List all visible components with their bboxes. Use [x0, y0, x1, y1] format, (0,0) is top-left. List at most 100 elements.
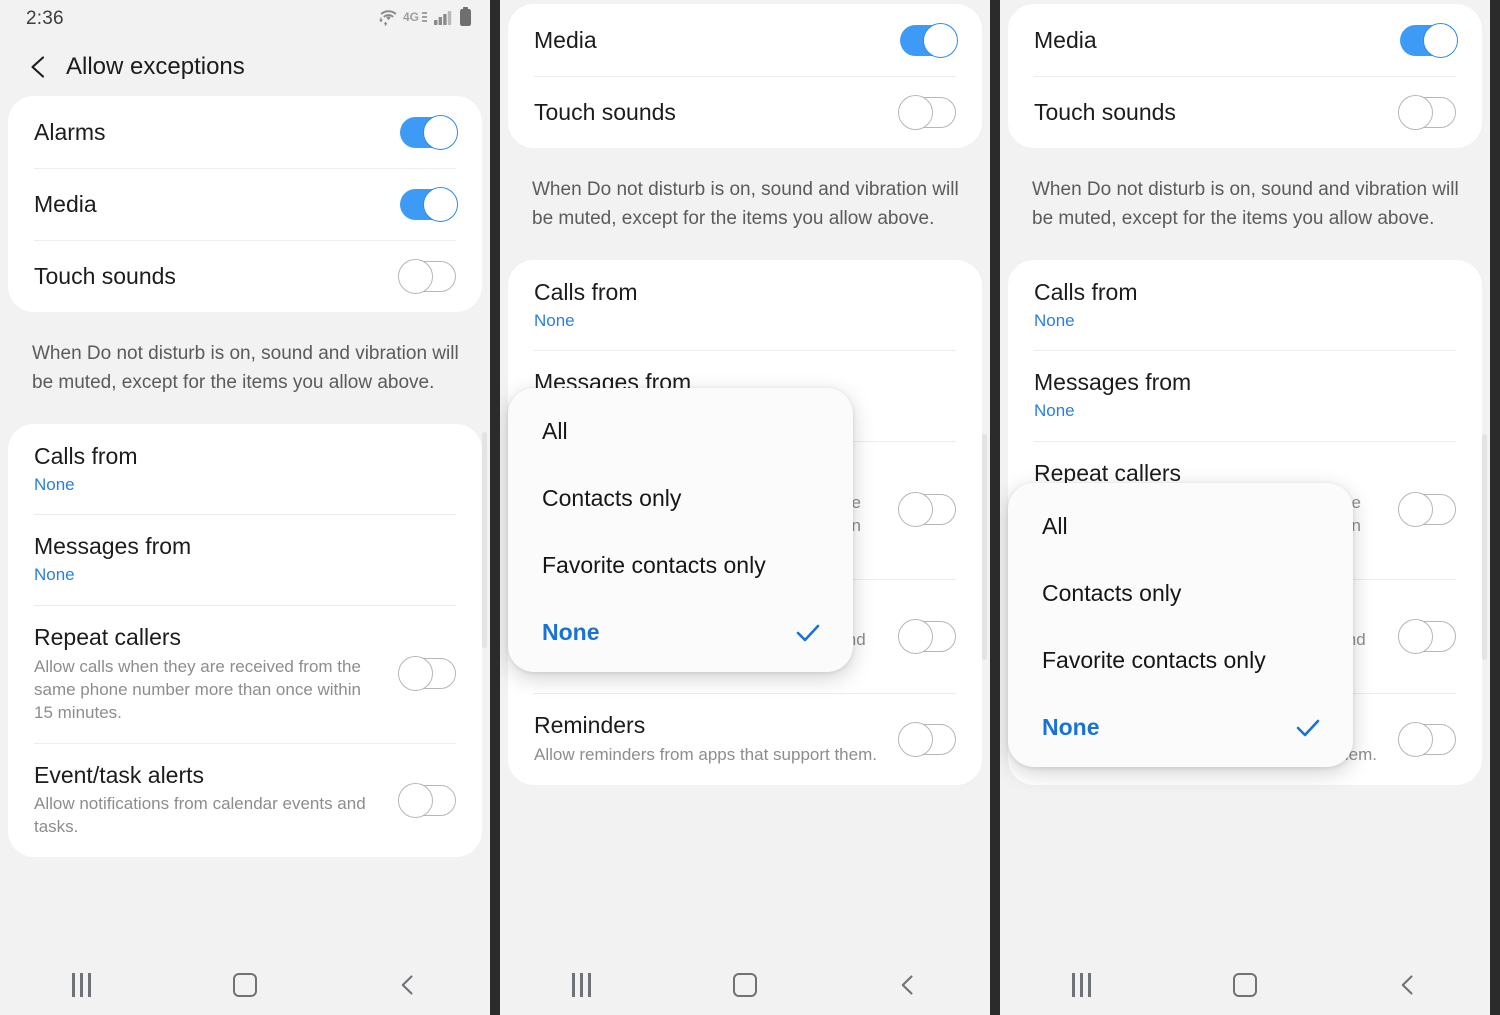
setting-row-media[interactable]: Media	[8, 168, 482, 240]
setting-row-touch-sounds[interactable]: Touch sounds	[1008, 76, 1482, 148]
dropdown-option-all[interactable]: All	[508, 398, 853, 465]
scroll-area[interactable]: Alarms Media Touch sounds When Do not di…	[0, 0, 490, 1015]
dropdown-option-label: Contacts only	[1042, 580, 1182, 606]
setting-row-calls-from[interactable]: Calls from None	[508, 260, 982, 351]
panel-divider	[490, 0, 500, 1015]
row-title: Alarms	[34, 118, 106, 145]
calls-from-dropdown[interactable]: All Contacts only Favorite contacts only…	[508, 388, 853, 672]
setting-row-touch-sounds[interactable]: Touch sounds	[508, 76, 982, 148]
scroll-area[interactable]: Media Touch sounds When Do not disturb i…	[500, 0, 990, 1015]
row-text: Media	[1034, 8, 1384, 73]
setting-row-repeat-callers[interactable]: Repeat callers Allow calls when they are …	[8, 605, 482, 743]
scrollbar-thumb[interactable]	[482, 432, 487, 648]
row-title: Media	[1034, 26, 1097, 53]
row-title: Touch sounds	[1034, 98, 1176, 125]
setting-row-alarms[interactable]: Alarms	[8, 96, 482, 168]
toggle-repeat-callers[interactable]	[1398, 492, 1456, 528]
row-text: Calls from None	[34, 424, 456, 515]
row-title: Calls from	[1034, 278, 1138, 305]
row-value: None	[534, 310, 575, 330]
row-title: Touch sounds	[534, 98, 676, 125]
toggle-knob	[1398, 721, 1433, 757]
dropdown-option-label: All	[1042, 513, 1068, 539]
settings-content: Alarms Media Touch sounds When Do not di…	[0, 96, 490, 858]
home-icon[interactable]	[705, 963, 785, 1007]
setting-row-calls-from[interactable]: Calls from None	[1008, 260, 1482, 351]
setting-row-touch-sounds[interactable]: Touch sounds	[8, 240, 482, 312]
row-text: Repeat callers Allow calls when they are …	[34, 605, 384, 743]
row-text: Touch sounds	[34, 244, 384, 309]
toggle-reminders[interactable]	[1398, 721, 1456, 757]
row-text: Reminders Allow reminders from apps that …	[534, 693, 884, 785]
panel-3: 2:37 4G	[1000, 0, 1490, 1015]
dropdown-option-label: Favorite contacts only	[542, 552, 766, 578]
row-title: Calls from	[534, 278, 638, 305]
row-value: None	[1034, 401, 1075, 421]
back-icon[interactable]	[1368, 963, 1448, 1007]
row-text: Messages from None	[34, 514, 456, 605]
row-title: Repeat callers	[34, 624, 182, 651]
recents-icon[interactable]	[542, 963, 622, 1007]
dropdown-option-none[interactable]: None	[1008, 694, 1353, 761]
toggle-reminders[interactable]	[898, 721, 956, 757]
dropdown-option-favorite-contacts-only[interactable]: Favorite contacts only	[508, 532, 853, 599]
dropdown-option-all[interactable]: All	[1008, 493, 1353, 560]
toggle-touch-sounds[interactable]	[1398, 94, 1456, 130]
dropdown-option-label: Favorite contacts only	[1042, 647, 1266, 673]
scrollbar-thumb[interactable]	[982, 434, 987, 660]
setting-row-calls-from[interactable]: Calls from None	[8, 424, 482, 515]
scroll-area[interactable]: Media Touch sounds When Do not disturb i…	[1000, 0, 1490, 1015]
back-icon[interactable]	[868, 963, 948, 1007]
setting-row-event-task-alerts[interactable]: Event/task alerts Allow notifications fro…	[8, 742, 482, 858]
system-navigation-bar	[500, 955, 990, 1015]
toggle-touch-sounds[interactable]	[398, 258, 456, 294]
dropdown-option-contacts-only[interactable]: Contacts only	[508, 465, 853, 532]
scrollbar-thumb[interactable]	[1482, 434, 1487, 660]
row-text: Media	[34, 172, 384, 237]
toggle-media[interactable]	[1400, 22, 1458, 58]
dropdown-option-label: None	[1042, 714, 1100, 740]
setting-row-media[interactable]: Media	[508, 4, 982, 76]
people-exceptions-card: Calls from None Messages from None Repeat …	[8, 423, 482, 858]
dropdown-option-label: None	[542, 619, 600, 645]
home-icon[interactable]	[1205, 963, 1285, 1007]
home-icon[interactable]	[205, 963, 285, 1007]
toggle-repeat-callers[interactable]	[398, 656, 456, 692]
recents-icon[interactable]	[1042, 963, 1122, 1007]
dropdown-option-contacts-only[interactable]: Contacts only	[1008, 560, 1353, 627]
sound-exceptions-card: Media Touch sounds	[1008, 4, 1482, 148]
toggle-touch-sounds[interactable]	[898, 94, 956, 130]
row-text: Touch sounds	[534, 80, 884, 145]
toggle-alarms[interactable]	[400, 114, 458, 150]
calls-from-dropdown[interactable]: All Contacts only Favorite contacts only…	[1008, 483, 1353, 767]
setting-row-media[interactable]: Media	[1008, 4, 1482, 76]
setting-row-reminders[interactable]: Reminders Allow reminders from apps that …	[508, 693, 982, 785]
panel-1: 2:36 4G Allow exceptions Alarms Media To…	[0, 0, 490, 1015]
row-text: Touch sounds	[1034, 80, 1384, 145]
toggle-event-task-alerts[interactable]	[398, 782, 456, 818]
dropdown-option-none[interactable]: None	[508, 599, 853, 666]
dnd-description: When Do not disturb is on, sound and vib…	[32, 343, 459, 393]
toggle-event-task-alerts[interactable]	[1398, 618, 1456, 654]
toggle-media[interactable]	[900, 22, 958, 58]
row-value: None	[34, 565, 75, 585]
toggle-knob	[423, 114, 458, 150]
toggle-repeat-callers[interactable]	[898, 492, 956, 528]
row-title: Calls from	[34, 442, 138, 469]
panel-divider	[990, 0, 1000, 1015]
row-text: Messages from None	[1034, 350, 1456, 441]
three-screenshot-strip: 2:36 4G Allow exceptions Alarms Media To…	[0, 0, 1500, 1015]
row-title: Event/task alerts	[34, 761, 205, 788]
toggle-event-task-alerts[interactable]	[898, 618, 956, 654]
toggle-knob	[898, 721, 933, 757]
setting-row-messages-from[interactable]: Messages from None	[1008, 350, 1482, 441]
setting-row-messages-from[interactable]: Messages from None	[8, 514, 482, 605]
back-icon[interactable]	[368, 963, 448, 1007]
check-icon	[793, 618, 823, 648]
dropdown-option-favorite-contacts-only[interactable]: Favorite contacts only	[1008, 627, 1353, 694]
toggle-media[interactable]	[400, 186, 458, 222]
toggle-knob	[398, 782, 433, 818]
recents-icon[interactable]	[42, 963, 122, 1007]
dnd-description: When Do not disturb is on, sound and vib…	[532, 179, 959, 229]
row-text: Alarms	[34, 100, 384, 165]
